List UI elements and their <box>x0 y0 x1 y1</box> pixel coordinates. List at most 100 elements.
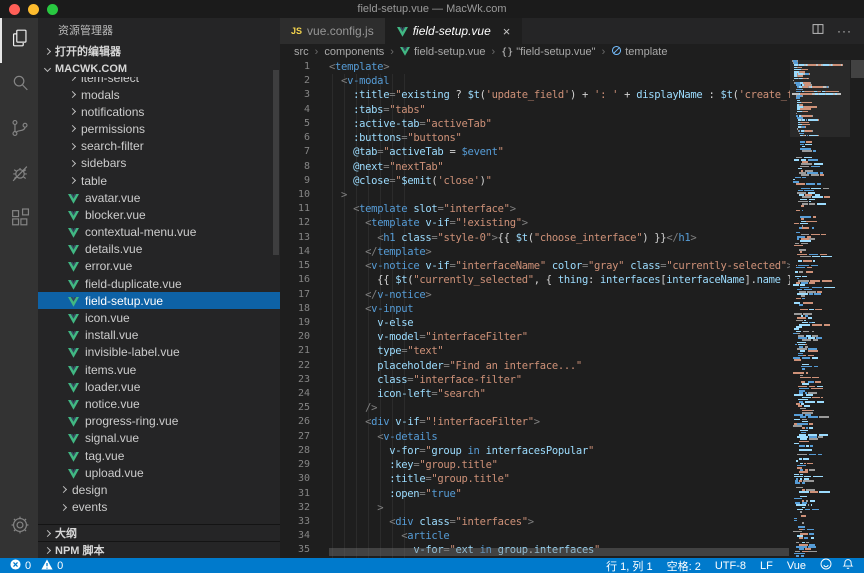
tab-field-setup-vue[interactable]: field-setup.vue × <box>386 18 523 44</box>
code-line[interactable]: 24 icon-left="search" <box>280 387 790 401</box>
tab-vue-config-js[interactable]: JS vue.config.js <box>280 18 386 44</box>
breadcrumb-components[interactable]: components <box>324 46 384 58</box>
code-line[interactable]: 2 <v-modal <box>280 74 790 88</box>
tree-file-signal.vue[interactable]: signal.vue <box>38 430 280 447</box>
manage-settings-button[interactable] <box>0 505 38 550</box>
section-outline[interactable]: 大纲 <box>38 524 280 541</box>
tree-folder-permissions[interactable]: permissions <box>38 120 280 137</box>
feedback-smiley-icon[interactable] <box>820 558 832 573</box>
line-number: 9 <box>280 174 310 188</box>
code-line[interactable]: 26 <div v-if="!interfaceFilter"> <box>280 415 790 429</box>
code-line[interactable]: 34 <article <box>280 529 790 543</box>
code-line[interactable]: 14 </template> <box>280 245 790 259</box>
breadcrumb-module[interactable]: {} "field-setup.vue" <box>501 46 595 58</box>
code-line[interactable]: 22 placeholder="Find an interface..." <box>280 359 790 373</box>
tree-file-invisible-label.vue[interactable]: invisible-label.vue <box>38 344 280 361</box>
tree-file-icon.vue[interactable]: icon.vue <box>38 309 280 326</box>
code-line[interactable]: 33 <div class="interfaces"> <box>280 515 790 529</box>
code-line[interactable]: 19 v-else <box>280 316 790 330</box>
tree-file-loader.vue[interactable]: loader.vue <box>38 378 280 395</box>
code-line[interactable]: 16 {{ $t("currently_selected", { thing: … <box>280 273 790 287</box>
activity-debug-button[interactable] <box>0 153 38 198</box>
breadcrumb-src[interactable]: src <box>294 46 309 58</box>
section-open-editors[interactable]: 打开的编辑器 <box>38 42 280 60</box>
zoom-window-button[interactable] <box>47 4 58 15</box>
encoding-setting[interactable]: UTF-8 <box>715 560 746 572</box>
code-line[interactable]: 5 :active-tab="activeTab" <box>280 117 790 131</box>
code-line[interactable]: 21 type="text" <box>280 344 790 358</box>
problems-indicator[interactable]: 0 0 <box>10 559 63 573</box>
minimap[interactable] <box>790 60 850 558</box>
tree-file-field-duplicate.vue[interactable]: field-duplicate.vue <box>38 275 280 292</box>
code-line[interactable]: 23 class="interface-filter" <box>280 373 790 387</box>
split-editor-icon[interactable] <box>811 22 825 41</box>
tree-folder-events[interactable]: events <box>38 499 280 516</box>
eol-setting[interactable]: LF <box>760 560 773 572</box>
code-line[interactable]: 8 @next="nextTab" <box>280 160 790 174</box>
code-line[interactable]: 4 :tabs="tabs" <box>280 103 790 117</box>
tree-folder-table[interactable]: table <box>38 172 280 189</box>
close-tab-icon[interactable]: × <box>503 25 511 38</box>
code-line[interactable]: 27 <v-details <box>280 430 790 444</box>
code-line[interactable]: 32 > <box>280 501 790 515</box>
tree-file-error.vue[interactable]: error.vue <box>38 258 280 275</box>
tree-file-progress-ring.vue[interactable]: progress-ring.vue <box>38 413 280 430</box>
activity-search-button[interactable] <box>0 63 38 108</box>
indentation-setting[interactable]: 空格: 2 <box>667 558 701 573</box>
code-line[interactable]: 13 <h1 class="style-0">{{ $t("choose_int… <box>280 231 790 245</box>
activity-source-control-button[interactable] <box>0 108 38 153</box>
sidebar-scrollbar-thumb[interactable] <box>273 70 279 255</box>
editor-vertical-scrollbar-thumb[interactable] <box>851 60 864 78</box>
tree-folder-notifications[interactable]: notifications <box>38 103 280 120</box>
code-line[interactable]: 12 <template v-if="!existing"> <box>280 216 790 230</box>
code-line[interactable]: 30 :title="group.title" <box>280 472 790 486</box>
breadcrumb-file[interactable]: field-setup.vue <box>400 46 486 58</box>
code-line[interactable]: 18 <v-input <box>280 302 790 316</box>
tree-folder-search-filter[interactable]: search-filter <box>38 138 280 155</box>
close-window-button[interactable] <box>9 4 20 15</box>
tree-file-contextual-menu.vue[interactable]: contextual-menu.vue <box>38 224 280 241</box>
tree-file-avatar.vue[interactable]: avatar.vue <box>38 189 280 206</box>
more-actions-icon[interactable]: ··· <box>837 24 852 38</box>
code-line[interactable]: 10 > <box>280 188 790 202</box>
tree-item-label: sidebars <box>81 156 126 170</box>
section-npm-scripts[interactable]: NPM 脚本 <box>38 541 280 558</box>
tree-folder-design[interactable]: design <box>38 481 280 498</box>
code-line[interactable]: 9 @close="$emit('close')" <box>280 174 790 188</box>
section-root-folder[interactable]: MACWK.COM <box>38 60 280 77</box>
breadcrumb-template-symbol[interactable]: template <box>611 45 667 59</box>
tree-file-notice.vue[interactable]: notice.vue <box>38 395 280 412</box>
code-editor[interactable]: 1<template>2 <v-modal3 :title="existing … <box>280 60 864 558</box>
tree-file-blocker.vue[interactable]: blocker.vue <box>38 206 280 223</box>
tree-folder-sidebars[interactable]: sidebars <box>38 155 280 172</box>
code-line[interactable]: 7 @tab="activeTab = $event" <box>280 145 790 159</box>
code-line[interactable]: 6 :buttons="buttons" <box>280 131 790 145</box>
tree-file-tag.vue[interactable]: tag.vue <box>38 447 280 464</box>
code-line[interactable]: 15 <v-notice v-if="interfaceName" color=… <box>280 259 790 273</box>
tree-file-field-setup.vue[interactable]: field-setup.vue <box>38 292 280 309</box>
code-line[interactable]: 28 v-for="group in interfacesPopular" <box>280 444 790 458</box>
activity-extensions-button[interactable] <box>0 198 38 243</box>
tree-file-items.vue[interactable]: items.vue <box>38 361 280 378</box>
code-line[interactable]: 25 /> <box>280 401 790 415</box>
code-line[interactable]: 29 :key="group.title" <box>280 458 790 472</box>
code-line[interactable]: 17 </v-notice> <box>280 288 790 302</box>
tree-file-upload.vue[interactable]: upload.vue <box>38 464 280 481</box>
tree-folder-item-select[interactable]: item-select <box>38 77 280 86</box>
code-line[interactable]: 3 :title="existing ? $t('update_field') … <box>280 88 790 102</box>
tree-file-install.vue[interactable]: install.vue <box>38 327 280 344</box>
language-mode[interactable]: Vue <box>787 560 806 572</box>
notifications-bell-icon[interactable] <box>842 558 854 573</box>
section-label: 打开的编辑器 <box>55 43 121 59</box>
cursor-position[interactable]: 行 1, 列 1 <box>606 558 652 573</box>
code-line[interactable]: 31 :open="true" <box>280 487 790 501</box>
code-line[interactable]: 11 <template slot="interface"> <box>280 202 790 216</box>
activity-explorer-button[interactable] <box>0 18 38 63</box>
minimize-window-button[interactable] <box>28 4 39 15</box>
editor-horizontal-scrollbar-thumb[interactable] <box>329 548 789 556</box>
tree-folder-modals[interactable]: modals <box>38 86 280 103</box>
code-line[interactable]: 20 v-model="interfaceFilter" <box>280 330 790 344</box>
code-line[interactable]: 1<template> <box>280 60 790 74</box>
tree-file-details.vue[interactable]: details.vue <box>38 241 280 258</box>
chevron-right-icon <box>69 77 76 81</box>
